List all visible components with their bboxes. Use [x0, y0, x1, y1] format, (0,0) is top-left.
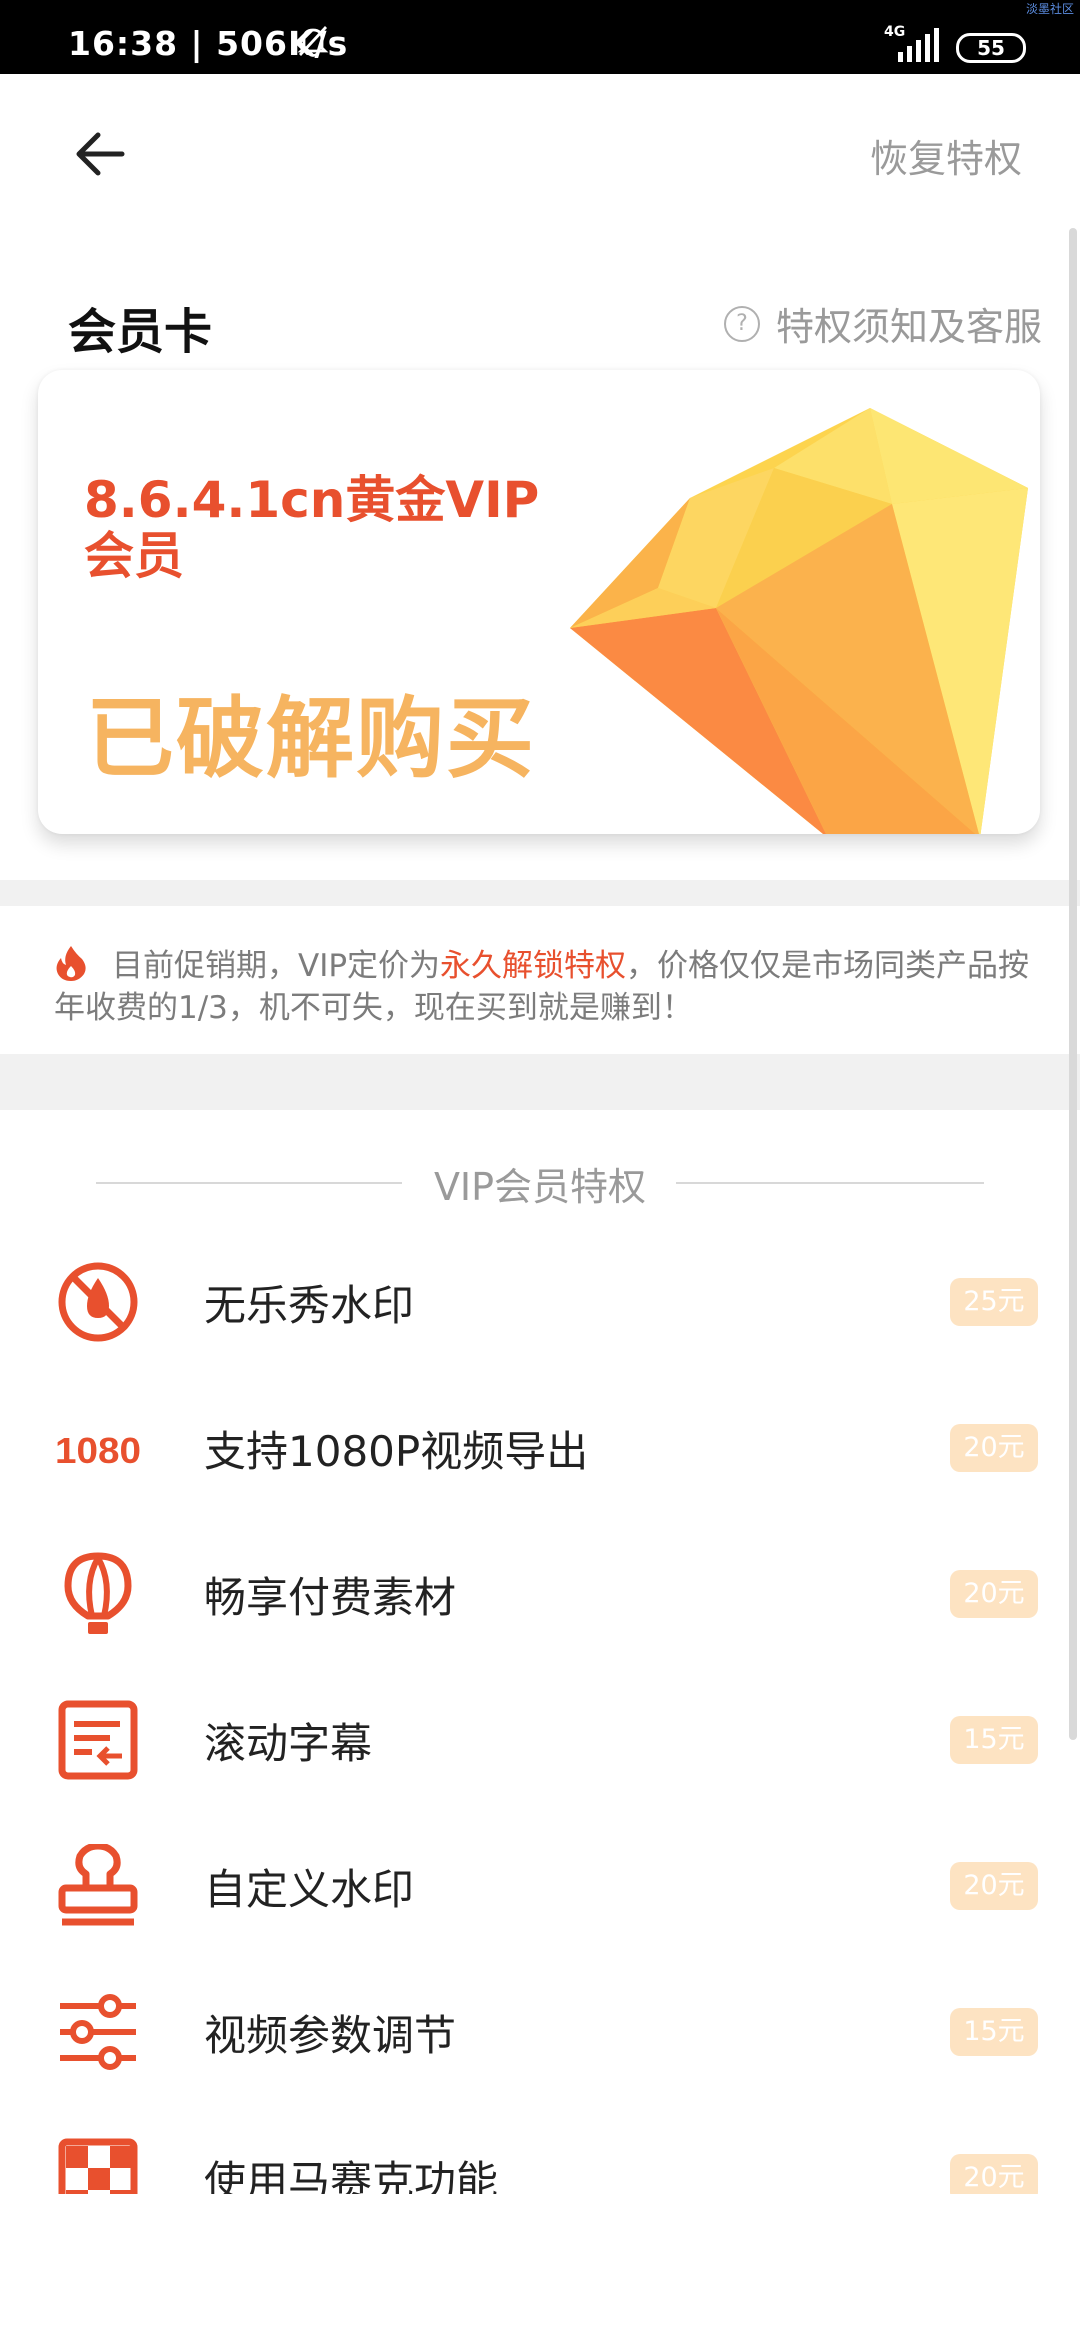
nav-bar: 恢复特权: [0, 74, 1080, 230]
section-title: 会员卡: [68, 304, 213, 360]
watermark: 淡墨社区: [1026, 2, 1075, 16]
restore-privileges-button[interactable]: 恢复特权: [870, 128, 1022, 183]
svg-text:1080: 1080: [56, 1430, 140, 1471]
privilege-item[interactable]: 自定义水印 20元: [0, 1812, 1080, 1958]
price-badge: 20元: [950, 1570, 1038, 1618]
mosaic-icon: [58, 2138, 138, 2194]
privilege-item[interactable]: 1080 支持1080P视频导出 20元: [0, 1374, 1080, 1520]
section-divider: [0, 880, 1080, 906]
question-icon: ?: [723, 305, 760, 342]
help-label: 特权须知及客服: [775, 305, 1042, 349]
price-badge: 20元: [950, 2154, 1038, 2194]
privilege-item[interactable]: 视频参数调节 15元: [0, 1958, 1080, 2104]
signal-icon: [898, 28, 939, 62]
privileges-heading: VIP会员特权: [0, 1156, 1080, 1209]
privilege-name: 使用马赛克功能: [204, 2157, 499, 2194]
sliders-icon: [60, 1994, 136, 2070]
privilege-item[interactable]: 滚动字幕 15元: [0, 1666, 1080, 1812]
battery-indicator: 55: [956, 33, 1026, 63]
scrollbar[interactable]: [1069, 228, 1077, 1740]
no-watermark-icon: [58, 1262, 138, 1342]
price-badge: 25元: [950, 1278, 1038, 1326]
privilege-name: 自定义水印: [204, 1865, 415, 1914]
fire-icon: [56, 946, 86, 981]
vip-card-status: 已破解购买: [86, 687, 537, 790]
price-badge: 15元: [950, 1716, 1038, 1764]
privilege-item[interactable]: 无乐秀水印 25元: [0, 1228, 1080, 1374]
promo-text-before: 目前促销期，VIP定价为: [112, 948, 441, 984]
privilege-item[interactable]: 使用马赛克功能 20元: [0, 2104, 1080, 2194]
bell-muted-icon: [297, 26, 329, 57]
balloon-icon: [64, 1552, 132, 1634]
vip-card-name: 8.6.4.1cn黄金VIP会员: [84, 471, 540, 585]
status-bar: 16:38 | 506K/s 4G 55 淡墨社区: [0, 0, 1080, 74]
vip-card: 8.6.4.1cn黄金VIP会员 已破解购买: [38, 370, 1040, 834]
price-badge: 20元: [950, 1862, 1038, 1910]
help-link[interactable]: ? 特权须知及客服: [723, 296, 1042, 351]
privilege-name: 畅享付费素材: [204, 1573, 457, 1622]
privilege-name: 视频参数调节: [204, 2011, 457, 2060]
promo-highlight: 永久解锁特权: [440, 948, 627, 984]
1080-icon: 1080: [56, 1430, 140, 1471]
section-divider: [0, 1054, 1080, 1110]
promo-text: 目前促销期，VIP定价为永久解锁特权，价格仅仅是市场同类产品按年收费的1/3，机…: [54, 944, 1034, 1029]
privilege-name: 无乐秀水印: [204, 1281, 415, 1330]
diamond-icon: [570, 408, 1028, 834]
promo-notice: 目前促销期，VIP定价为永久解锁特权，价格仅仅是市场同类产品按年收费的1/3，机…: [0, 906, 1080, 1054]
privilege-item[interactable]: 畅享付费素材 20元: [0, 1520, 1080, 1666]
price-badge: 20元: [950, 1424, 1038, 1472]
price-badge: 15元: [950, 2008, 1038, 2056]
stamp-icon: [58, 1844, 138, 1926]
privilege-name: 滚动字幕: [204, 1719, 373, 1768]
back-arrow-icon[interactable]: [70, 124, 130, 184]
member-card-section: 会员卡 ? 特权须知及客服 8.6.4.1cn黄金VIP会员 已破解购买: [0, 230, 1080, 880]
heading-line-right: [676, 1182, 984, 1184]
privilege-name: 支持1080P视频导出: [204, 1427, 589, 1476]
scroll-subtitle-icon: [58, 1700, 138, 1780]
